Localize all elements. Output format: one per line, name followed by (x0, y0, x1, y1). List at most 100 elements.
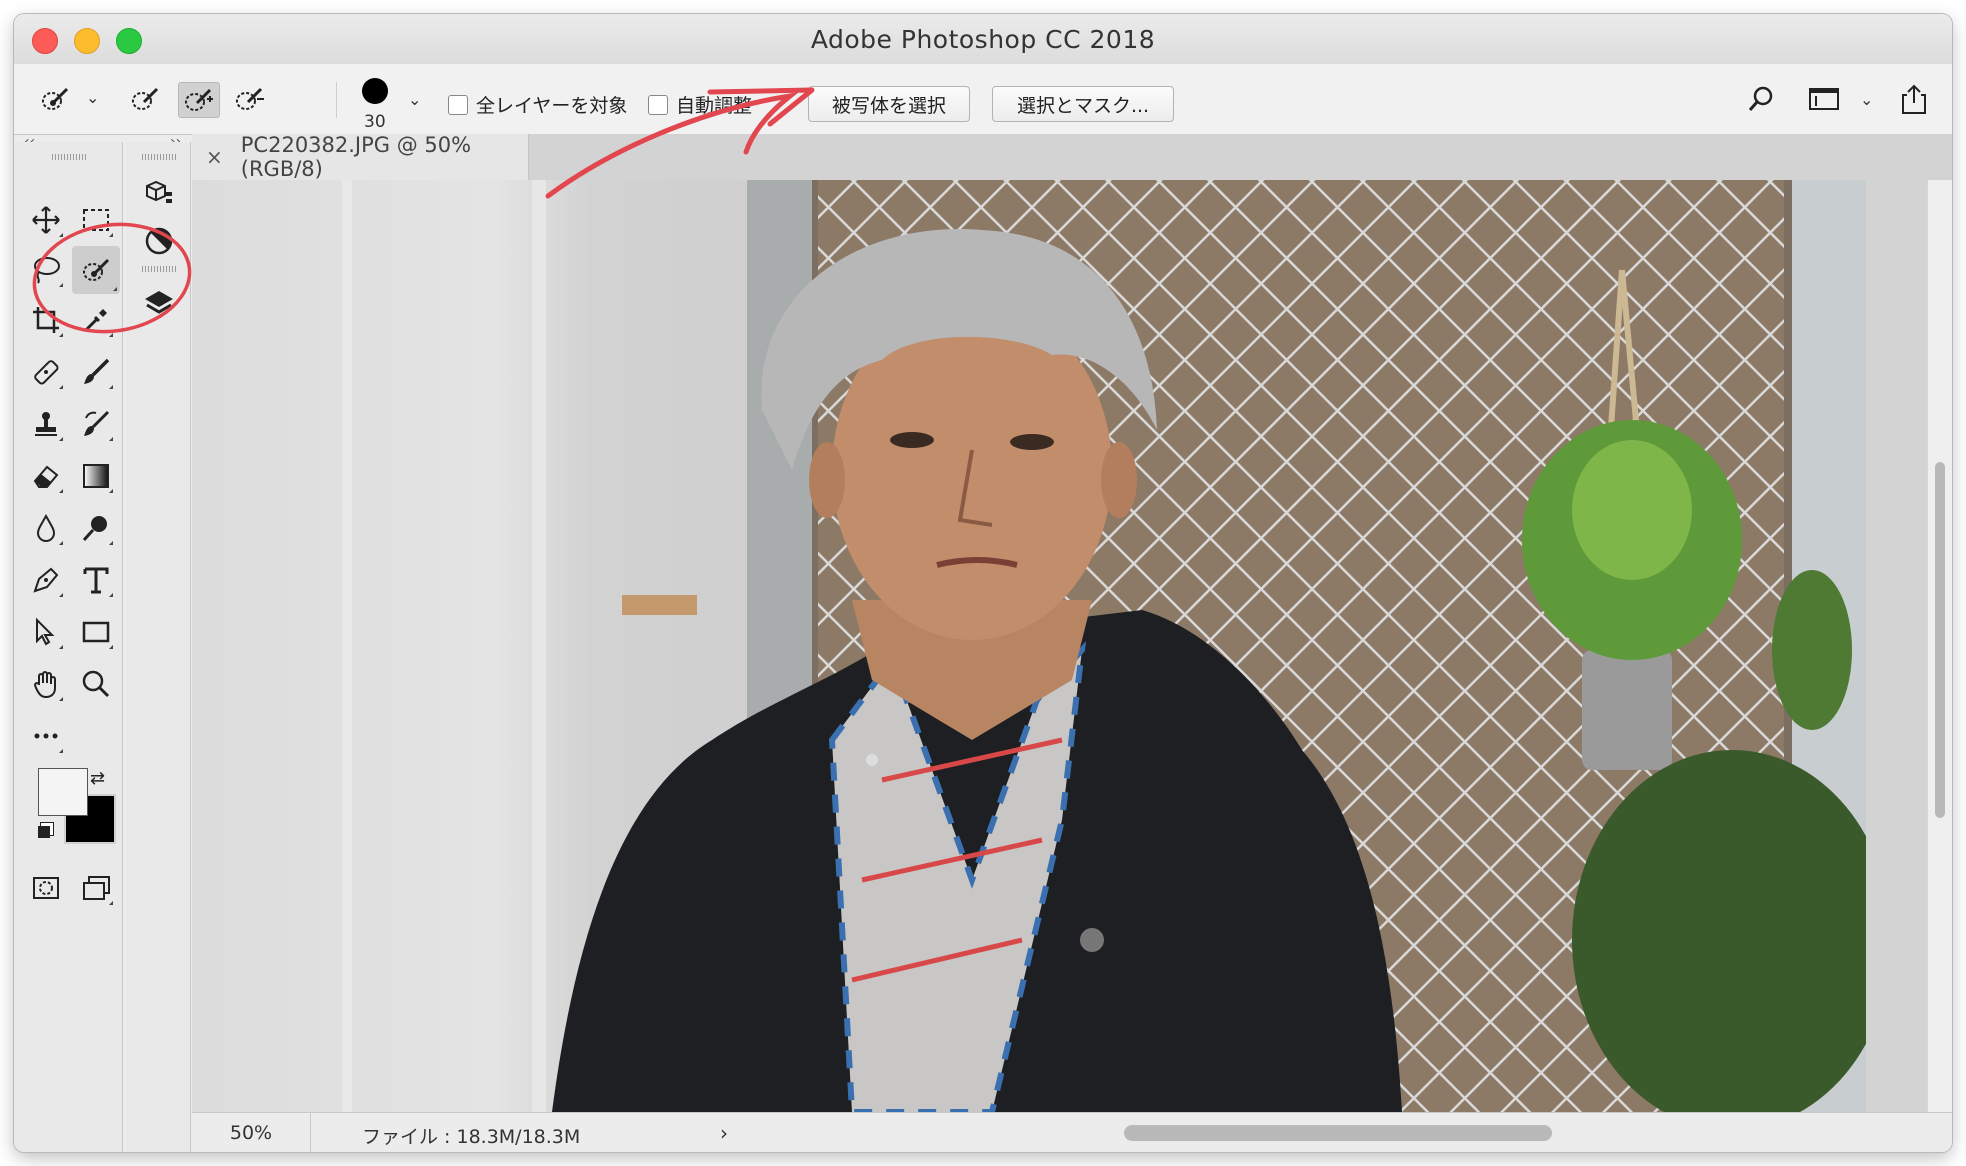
eraser-icon (33, 465, 59, 488)
brush-new-selection-icon (132, 87, 159, 110)
add-to-selection-button[interactable] (178, 82, 220, 118)
dock-grip-2[interactable] (142, 266, 176, 272)
auto-enhance-checkbox[interactable] (648, 95, 668, 115)
history-brush-icon (84, 410, 110, 436)
red-annotation-arrow (192, 180, 1866, 1112)
document-tab[interactable]: × PC220382.JPG @ 50% (RGB/8) (192, 133, 529, 181)
3d-panel-button[interactable] (142, 176, 176, 210)
rectangle-tool[interactable] (76, 612, 116, 652)
document-canvas[interactable] (192, 180, 1866, 1112)
vertical-scrollbar[interactable] (1927, 180, 1952, 1112)
status-bar: 50% ファイル : 18.3M/18.3M › (192, 1112, 1952, 1152)
share-button[interactable] (1894, 82, 1934, 116)
title-bar: Adobe Photoshop CC 2018 (14, 14, 1952, 64)
select-and-mask-button[interactable]: 選択とマスク... (992, 86, 1174, 122)
document-title: PC220382.JPG @ 50% (RGB/8) (240, 133, 472, 181)
brush-picker[interactable] (362, 78, 388, 104)
toolbox-grip[interactable] (52, 154, 88, 160)
sample-all-layers-checkbox[interactable] (448, 95, 468, 115)
path-selection-tool[interactable] (26, 612, 66, 652)
brush-size: 30 (364, 112, 386, 132)
crop-icon (33, 307, 59, 333)
swap-colors-icon[interactable]: ⇄ (90, 768, 105, 789)
edit-toolbar-button[interactable] (26, 716, 66, 756)
layers-panel-button[interactable] (142, 286, 176, 320)
drop-icon (36, 513, 56, 542)
document-area: × PC220382.JPG @ 50% (RGB/8) 50% ファイル: … (192, 133, 1952, 1152)
select-subject-button[interactable]: 被写体を選択 (808, 86, 970, 122)
brush-tool[interactable] (76, 352, 116, 392)
crop-tool[interactable] (26, 300, 66, 340)
sample-all-layers-label: 全レイヤーを対象 (476, 95, 628, 117)
hand-tool[interactable] (26, 664, 66, 704)
horizontal-scroll-thumb[interactable] (1124, 1125, 1552, 1141)
brush-add-selection-icon (185, 88, 213, 111)
minimize-window-button[interactable] (74, 28, 100, 54)
rectangle-marquee-icon (83, 209, 109, 231)
eraser-tool[interactable] (26, 456, 66, 496)
zoom-window-button[interactable] (116, 28, 142, 54)
move-tool[interactable] (26, 200, 66, 240)
eyedropper-tool[interactable] (76, 300, 116, 340)
quick-mask-button[interactable] (26, 868, 66, 908)
more-dots-icon (34, 733, 58, 739)
brush-subtract-selection-icon (236, 87, 264, 110)
photoshop-window: Adobe Photoshop CC 2018 ⌄ 30 ⌄ 全レイヤーを対象 … (14, 14, 1952, 1152)
dodge-tool[interactable] (76, 508, 116, 548)
stamp-icon (35, 412, 57, 436)
dodge-icon (82, 516, 107, 542)
quick-selection-icon (42, 87, 69, 110)
workspace-chevron-down-icon[interactable]: ⌄ (1860, 90, 1873, 109)
close-window-button[interactable] (32, 28, 58, 54)
marquee-tool[interactable] (76, 200, 116, 240)
adjustments-panel-button[interactable] (142, 224, 176, 258)
chevron-down-icon[interactable]: ⌄ (86, 88, 99, 107)
blur-tool[interactable] (26, 508, 66, 548)
rectangle-icon (82, 621, 110, 643)
hand-icon (33, 671, 56, 699)
clone-stamp-tool[interactable] (26, 404, 66, 444)
eyedropper-icon (83, 309, 107, 333)
move-icon (32, 206, 60, 234)
lasso-icon (34, 257, 60, 284)
panel-dock (126, 142, 191, 1152)
gradient-tool[interactable] (76, 456, 116, 496)
zoom-tool[interactable] (76, 664, 116, 704)
type-icon (83, 567, 109, 594)
default-colors-icon[interactable] (38, 826, 50, 838)
dock-grip[interactable] (142, 154, 176, 160)
toolbox: ⇄ (14, 142, 123, 1152)
brush-icon (84, 358, 110, 384)
foreground-color-swatch[interactable] (38, 768, 88, 816)
tool-preset-picker[interactable] (36, 82, 76, 116)
divider (336, 82, 337, 118)
type-tool[interactable] (76, 560, 116, 600)
window-controls (32, 28, 142, 54)
screen-mode-button[interactable] (76, 868, 116, 908)
share-icon (1902, 84, 1926, 114)
status-menu-arrow[interactable]: › (720, 1121, 728, 1145)
workspace-icon (1809, 88, 1839, 110)
subtract-from-selection-button[interactable] (230, 82, 270, 116)
adjustments-circle-icon (145, 227, 173, 255)
pen-tool[interactable] (26, 560, 66, 600)
lasso-tool[interactable] (26, 250, 66, 290)
workspace-button[interactable] (1804, 82, 1844, 116)
gradient-icon (83, 464, 109, 488)
brush-chevron-down-icon[interactable]: ⌄ (408, 90, 421, 109)
auto-enhance-label: 自動調整 (676, 95, 753, 117)
pen-icon (33, 567, 59, 593)
new-selection-button[interactable] (126, 82, 166, 116)
search-button[interactable] (1742, 82, 1782, 116)
bandage-icon (34, 360, 59, 385)
options-bar: ⌄ 30 ⌄ 全レイヤーを対象 自動調整 被写体を選択 選択とマスク... ⌄ (14, 64, 1952, 135)
vertical-scroll-thumb[interactable] (1935, 462, 1945, 818)
quick-selection-tool[interactable] (72, 246, 120, 294)
file-info: ファイル : 18.3M/18.3M (362, 1126, 581, 1148)
healing-brush-tool[interactable] (26, 352, 66, 392)
quick-mask-icon (33, 877, 59, 899)
window-title: Adobe Photoshop CC 2018 (810, 24, 1156, 54)
zoom-level-field[interactable]: 50% (192, 1113, 311, 1152)
close-tab-button[interactable]: × (206, 145, 223, 169)
history-brush-tool[interactable] (76, 404, 116, 444)
